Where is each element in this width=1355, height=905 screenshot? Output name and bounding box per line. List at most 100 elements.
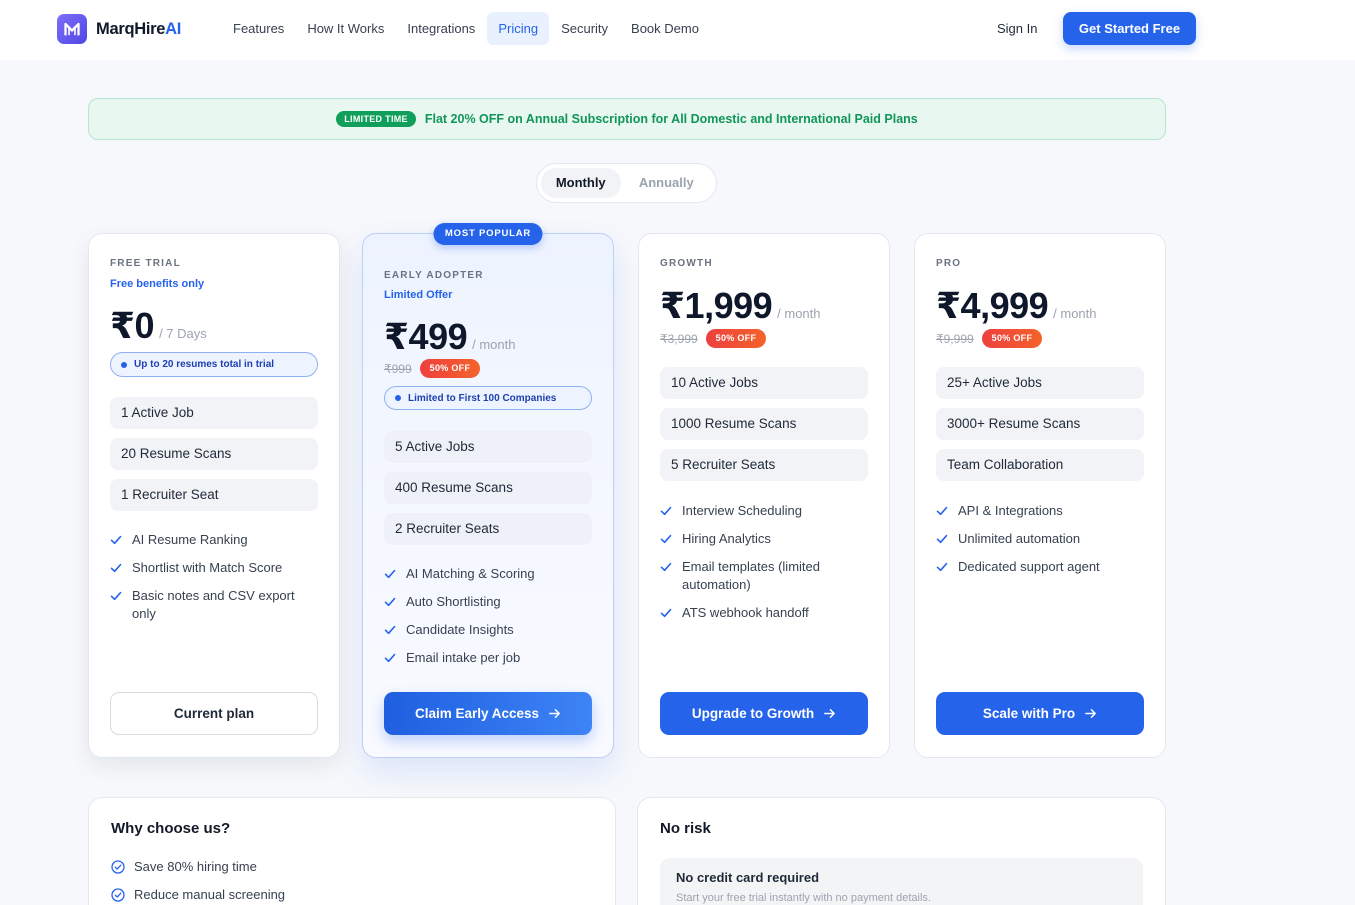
plan-limit-item: 20 Resume Scans (110, 438, 318, 470)
billing-monthly-option[interactable]: Monthly (541, 168, 621, 198)
plan-card-free-trial: FREE TRIAL Free benefits only ₹0 / 7 Day… (88, 233, 340, 758)
arrow-right-icon (1085, 709, 1097, 718)
plan-limit-item: 1 Active Job (110, 397, 318, 429)
why-choose-title: Why choose us? (111, 820, 231, 837)
current-plan-button[interactable]: Current plan (110, 692, 318, 735)
discount-row: ₹3,999 50% OFF (660, 329, 868, 348)
plan-feature-item: ATS webhook handoff (660, 604, 868, 622)
no-risk-card: No risk No credit card required Start yo… (637, 797, 1166, 905)
plan-tier: EARLY ADOPTER (384, 270, 484, 281)
feature-text: Email templates (limited automation) (682, 559, 820, 592)
benefit-item: Reduce manual screening (111, 886, 593, 904)
plan-features: AI Resume Ranking Shortlist with Match S… (110, 531, 318, 623)
button-label: Upgrade to Growth (691, 706, 815, 721)
original-price: ₹3,999 (660, 331, 698, 346)
promo-banner: LIMITED TIME Flat 20% OFF on Annual Subs… (88, 98, 1166, 140)
plan-period: / 7 Days (159, 326, 207, 341)
button-label: Scale with Pro (982, 706, 1076, 721)
plan-card-pro: PRO ₹4,999 / month ₹9,999 50% OFF 25+ Ac… (914, 233, 1166, 758)
no-risk-item: No credit card required Start your free … (660, 858, 1143, 905)
get-started-button[interactable]: Get Started Free (1063, 12, 1196, 45)
plan-limit-item: 1000 Resume Scans (660, 408, 868, 440)
plan-highlight-pill: Up to 20 resumes total in trial (110, 352, 318, 377)
plan-subtitle: Limited Offer (384, 289, 453, 301)
why-choose-list: Save 80% hiring time Reduce manual scree… (111, 858, 593, 904)
highlight-text: Limited to First 100 Companies (408, 392, 557, 404)
original-price: ₹999 (384, 361, 412, 376)
nav-book-demo[interactable]: Book Demo (620, 12, 710, 45)
plan-feature-item: Candidate Insights (384, 621, 592, 639)
feature-text: Interview Scheduling (682, 503, 802, 518)
sign-in-link[interactable]: Sign In (997, 12, 1037, 45)
discount-badge: 50% OFF (981, 329, 1043, 348)
billing-toggle: Monthly Annually (536, 163, 717, 203)
brand-name[interactable]: MarqHireAI (96, 19, 181, 39)
feature-text: Email intake per job (406, 650, 521, 665)
nav-integrations[interactable]: Integrations (396, 12, 486, 45)
billing-annually-option[interactable]: Annually (621, 168, 712, 198)
plan-limit-item: 1 Recruiter Seat (110, 479, 318, 511)
feature-text: Hiring Analytics (682, 531, 771, 546)
promo-text: Flat 20% OFF on Annual Subscription for … (424, 112, 918, 126)
plan-price: ₹0 (110, 305, 155, 346)
logo-mark (64, 22, 80, 36)
nav-security[interactable]: Security (550, 12, 619, 45)
benefit-text: Reduce manual screening (134, 887, 286, 902)
feature-text: Dedicated support agent (958, 559, 1100, 574)
dot-icon (395, 395, 401, 401)
plan-limit-item: 5 Recruiter Seats (660, 449, 868, 481)
check-icon (384, 597, 396, 607)
check-icon (110, 535, 122, 545)
plan-feature-item: Email templates (limited automation) (660, 558, 868, 594)
plan-feature-item: AI Resume Ranking (110, 531, 318, 549)
arrow-right-icon (549, 709, 560, 718)
nav-pricing[interactable]: Pricing (487, 12, 550, 45)
plan-feature-item: Hiring Analytics (660, 530, 868, 548)
no-risk-title: No risk (660, 820, 711, 837)
check-icon (936, 506, 948, 516)
brand-name-accent: AI (165, 20, 182, 38)
feature-text: Shortlist with Match Score (132, 560, 283, 575)
button-label: Claim Early Access (414, 706, 540, 721)
plan-limit-item: 400 Resume Scans (384, 472, 592, 504)
plan-tier: FREE TRIAL (110, 258, 181, 269)
nav-how-it-works[interactable]: How It Works (296, 12, 395, 45)
feature-text: Candidate Insights (406, 622, 514, 637)
plan-period: / month (1053, 306, 1097, 321)
circle-check-icon (111, 860, 125, 874)
original-price: ₹9,999 (936, 331, 974, 346)
brand-name-main: MarqHire (96, 20, 166, 38)
upgrade-to-growth-button[interactable]: Upgrade to Growth (660, 692, 868, 735)
plan-feature-item: API & Integrations (936, 502, 1144, 520)
button-label: Current plan (173, 706, 255, 721)
check-icon (384, 625, 396, 635)
nav-features[interactable]: Features (222, 12, 295, 45)
plan-features: API & Integrations Unlimited automation … (936, 502, 1144, 576)
check-icon (384, 569, 396, 579)
plan-feature-item: Dedicated support agent (936, 558, 1144, 576)
check-icon (660, 534, 672, 544)
feature-text: AI Matching & Scoring (406, 566, 535, 581)
main-nav: Features How It Works Integrations Prici… (222, 12, 710, 45)
plan-price: ₹499 (384, 316, 468, 357)
marqhire-logo-icon[interactable] (57, 14, 87, 44)
scale-with-pro-button[interactable]: Scale with Pro (936, 692, 1144, 735)
dot-icon (121, 361, 127, 368)
benefit-text: Save 80% hiring time (134, 859, 257, 874)
limited-time-badge: LIMITED TIME (336, 111, 416, 127)
why-choose-us-card: Why choose us? Save 80% hiring time Redu… (88, 797, 616, 905)
check-icon (936, 562, 948, 572)
plan-price: ₹4,999 (936, 285, 1049, 326)
plan-limits: 1 Active Job 20 Resume Scans 1 Recruiter… (110, 397, 318, 511)
discount-row: ₹9,999 50% OFF (936, 329, 1144, 348)
feature-text: Unlimited automation (958, 531, 1081, 546)
plan-highlight-pill: Limited to First 100 Companies (384, 386, 592, 410)
plan-feature-item: Interview Scheduling (660, 502, 868, 520)
plan-tier: GROWTH (660, 258, 713, 269)
check-icon (110, 563, 122, 573)
claim-early-access-button[interactable]: Claim Early Access (384, 692, 592, 735)
discount-badge: 50% OFF (705, 329, 767, 348)
plan-features: AI Matching & Scoring Auto Shortlisting … (384, 565, 592, 667)
feature-text: Basic notes and CSV export only (132, 588, 295, 621)
plan-limit-item: 10 Active Jobs (660, 367, 868, 399)
